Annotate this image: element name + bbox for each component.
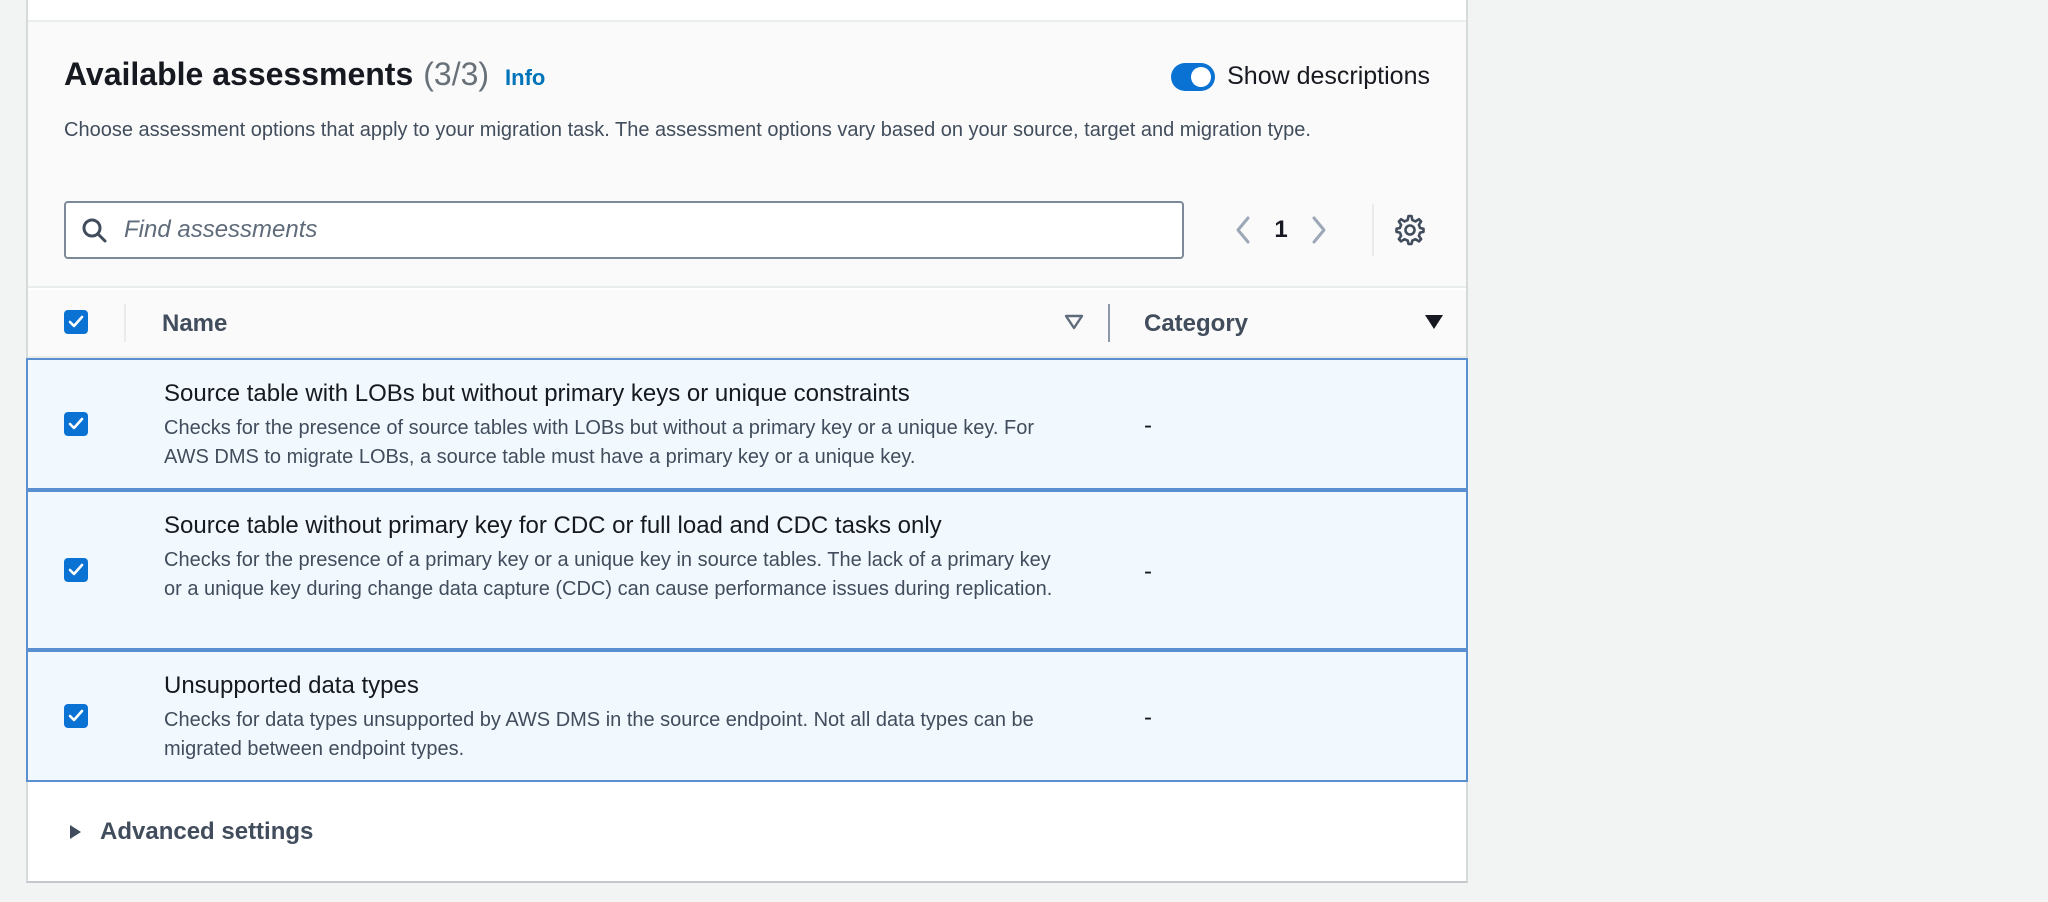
search-box[interactable] bbox=[64, 201, 1184, 259]
row-description: Checks for data types unsupported by AWS… bbox=[164, 709, 1034, 760]
table-row[interactable]: Unsupported data types Checks for data t… bbox=[26, 650, 1468, 782]
row-category: - bbox=[1144, 704, 1152, 731]
checkmark-icon bbox=[68, 709, 84, 722]
row-description: Checks for the presence of a primary key… bbox=[164, 549, 1053, 600]
table-row[interactable]: Source table without primary key for CDC… bbox=[26, 490, 1468, 650]
column-header-category[interactable]: Category bbox=[1144, 310, 1248, 338]
pager-divider bbox=[1372, 204, 1374, 256]
panel-description: Choose assessment options that apply to … bbox=[64, 119, 1311, 141]
row-checkbox[interactable] bbox=[64, 412, 88, 436]
checkmark-icon bbox=[68, 563, 84, 576]
row-checkbox[interactable] bbox=[64, 558, 88, 582]
table-row[interactable]: Source table with LOBs but without prima… bbox=[26, 358, 1468, 490]
caret-right-icon bbox=[70, 825, 81, 839]
row-name: Unsupported data types bbox=[164, 672, 419, 699]
row-checkbox[interactable] bbox=[64, 704, 88, 728]
assessments-panel: Available assessments (3/3) Info Show de… bbox=[26, 0, 1468, 883]
advanced-settings-expander[interactable]: Advanced settings bbox=[66, 818, 313, 846]
panel-title: Available assessments bbox=[64, 56, 414, 92]
info-link[interactable]: Info bbox=[505, 65, 545, 91]
select-all-checkbox-box[interactable] bbox=[64, 310, 88, 334]
column-header-name[interactable]: Name bbox=[162, 310, 227, 338]
column-resize-handle[interactable] bbox=[1108, 304, 1110, 342]
title-row: Available assessments (3/3) Info bbox=[64, 56, 545, 93]
chevron-right-icon bbox=[1312, 216, 1326, 244]
toggle-knob bbox=[1191, 66, 1212, 87]
row-checkbox-box[interactable] bbox=[64, 704, 88, 728]
row-description: Checks for the presence of source tables… bbox=[164, 417, 1035, 468]
current-page-number[interactable]: 1 bbox=[1266, 216, 1296, 244]
chevron-left-icon bbox=[1236, 216, 1250, 244]
row-name: Source table without primary key for CDC… bbox=[164, 512, 942, 539]
previous-page-button[interactable] bbox=[1220, 207, 1266, 253]
next-page-button[interactable] bbox=[1296, 207, 1342, 253]
toggle-switch[interactable] bbox=[1171, 62, 1216, 91]
table-header: Name Category bbox=[28, 290, 1466, 358]
checkmark-icon bbox=[68, 417, 84, 430]
panel-header: Available assessments (3/3) Info Show de… bbox=[28, 22, 1466, 288]
row-checkbox-box[interactable] bbox=[64, 412, 88, 436]
row-category: - bbox=[1144, 558, 1152, 585]
advanced-settings-label: Advanced settings bbox=[100, 818, 314, 845]
assessment-count: (3/3) bbox=[423, 56, 490, 92]
pagination: 1 bbox=[1220, 207, 1342, 253]
row-checkbox-box[interactable] bbox=[64, 558, 88, 582]
search-icon bbox=[82, 218, 107, 243]
row-category: - bbox=[1144, 412, 1152, 439]
row-name: Source table with LOBs but without prima… bbox=[164, 380, 910, 407]
toggle-label: Show descriptions bbox=[1227, 62, 1430, 90]
sort-triangle-filled-icon[interactable] bbox=[1422, 310, 1446, 334]
select-all-checkbox[interactable] bbox=[64, 310, 88, 334]
gear-icon bbox=[1395, 214, 1425, 246]
show-descriptions-toggle[interactable]: Show descriptions bbox=[1171, 62, 1430, 91]
search-input[interactable] bbox=[122, 215, 1182, 245]
table-settings-button[interactable] bbox=[1392, 212, 1428, 248]
checkmark-icon bbox=[68, 315, 84, 328]
header-divider bbox=[124, 304, 126, 342]
sort-triangle-outline-icon[interactable] bbox=[1062, 310, 1086, 334]
panel-top-strip bbox=[28, 0, 1466, 22]
